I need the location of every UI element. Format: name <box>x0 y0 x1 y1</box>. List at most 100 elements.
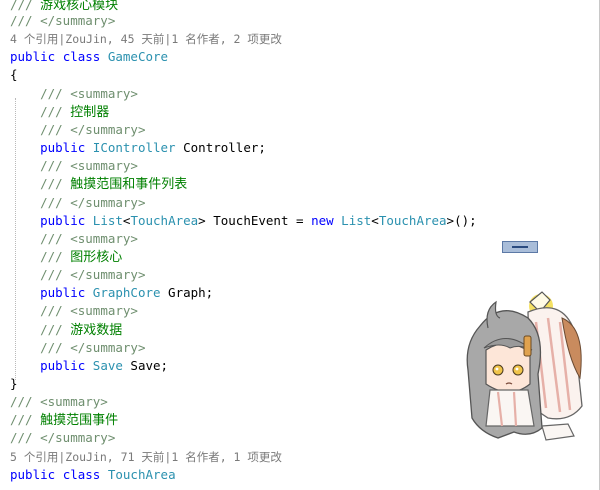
comment-slashes: /// <box>40 103 71 119</box>
code-line: public GraphCore Graph; <box>10 284 213 302</box>
codelens-info[interactable]: 5 个引用|ZouJin, 71 天前|1 名作者, 1 项更改 <box>10 448 282 466</box>
doc-comment-tag: <summary> <box>62 85 138 101</box>
doc-comment-text: 触摸范围和事件列表 <box>70 177 188 193</box>
code-line: /// </summary> <box>10 194 145 212</box>
code-line: /// 图形核心 <box>10 248 122 266</box>
comment-slashes: /// <box>40 248 71 264</box>
code-token: < <box>371 212 379 228</box>
code-line: /// </summary> <box>10 429 115 447</box>
code-token: Save; <box>122 357 169 373</box>
code-line: /// 触摸范围和事件列表 <box>10 175 187 193</box>
doc-comment-text: 游戏数据 <box>70 322 123 338</box>
type-token: TouchArea <box>107 466 176 482</box>
code-line: public class GameCore <box>10 48 168 66</box>
type-token: TouchArea <box>130 212 199 228</box>
doc-comment-tag: <summary> <box>62 158 138 174</box>
doc-comment-tag: </summary> <box>62 121 146 137</box>
code-line: /// </summary> <box>10 121 145 139</box>
comment-slashes: /// <box>40 158 63 174</box>
code-token: >(); <box>446 212 477 228</box>
code-token: { <box>10 67 18 83</box>
doc-comment-tag: <summary> <box>32 394 108 410</box>
comment-slashes: /// <box>40 176 71 192</box>
code-token: > TouchEvent = <box>198 212 312 228</box>
keyword-token: public <box>40 285 86 301</box>
code-line: } <box>10 375 18 393</box>
keyword-token: public <box>40 212 86 228</box>
codelens-info[interactable]: 4 个引用|ZouJin, 45 天前|1 名作者, 2 项更改 <box>10 30 282 48</box>
comment-slashes: /// <box>40 303 63 319</box>
doc-comment-tag: </summary> <box>62 267 146 283</box>
comment-slashes: /// <box>10 394 33 410</box>
doc-comment-tag: </summary> <box>62 194 146 210</box>
doc-comment-tag: <summary> <box>62 303 138 319</box>
type-token: List <box>92 212 123 228</box>
code-token: Controller; <box>175 140 266 156</box>
keyword-token: class <box>62 466 101 482</box>
doc-comment-text: 图形核心 <box>70 249 123 265</box>
code-line: /// 游戏数据 <box>10 321 122 339</box>
code-line: /// <summary> <box>10 393 108 411</box>
comment-slashes: /// <box>40 194 63 210</box>
doc-comment-tag: </summary> <box>32 430 116 446</box>
comment-slashes: /// <box>10 13 33 28</box>
comment-slashes: /// <box>40 85 63 101</box>
doc-comment-tag: </summary> <box>62 339 146 355</box>
comment-slashes: /// <box>40 121 63 137</box>
doc-comment-text: 触摸范围事件 <box>40 413 119 429</box>
code-line: public Save Save; <box>10 357 168 375</box>
code-line: /// <summary> <box>10 85 138 103</box>
code-line: /// <summary> <box>10 302 138 320</box>
comment-text: 游戏核心模块 <box>40 0 119 13</box>
code-line: /// </summary> <box>10 266 145 284</box>
comment-slashes: /// <box>40 339 63 355</box>
type-token: GraphCore <box>92 285 161 301</box>
code-line: /// 控制器 <box>10 103 109 121</box>
code-line: /// <summary> <box>10 230 138 248</box>
code-line: public class TouchArea <box>10 466 176 484</box>
keyword-token: public <box>40 140 86 156</box>
type-token: TouchArea <box>378 212 447 228</box>
keyword-token: public <box>10 49 56 65</box>
comment-slashes: /// <box>40 230 63 246</box>
doc-comment-tag: <summary> <box>62 230 138 246</box>
comment-slashes: /// <box>40 267 63 283</box>
code-line: /// <summary> <box>10 157 138 175</box>
code-line: /// </summary> <box>10 339 145 357</box>
code-line: public List<TouchArea> TouchEvent = new … <box>10 212 477 230</box>
code-line: { <box>10 66 18 84</box>
keyword-token: class <box>62 49 101 65</box>
doc-comment-tag: </summary> <box>32 13 116 28</box>
type-token: List <box>341 212 372 228</box>
code-line: /// </summary> <box>10 12 115 30</box>
scroll-marker-icon[interactable] <box>502 241 538 253</box>
doc-comment-text: 控制器 <box>70 104 110 120</box>
keyword-token: public <box>40 357 86 373</box>
type-token: IController <box>92 140 176 156</box>
comment-slashes: /// <box>10 430 33 446</box>
comment-slashes: /// <box>10 0 33 12</box>
